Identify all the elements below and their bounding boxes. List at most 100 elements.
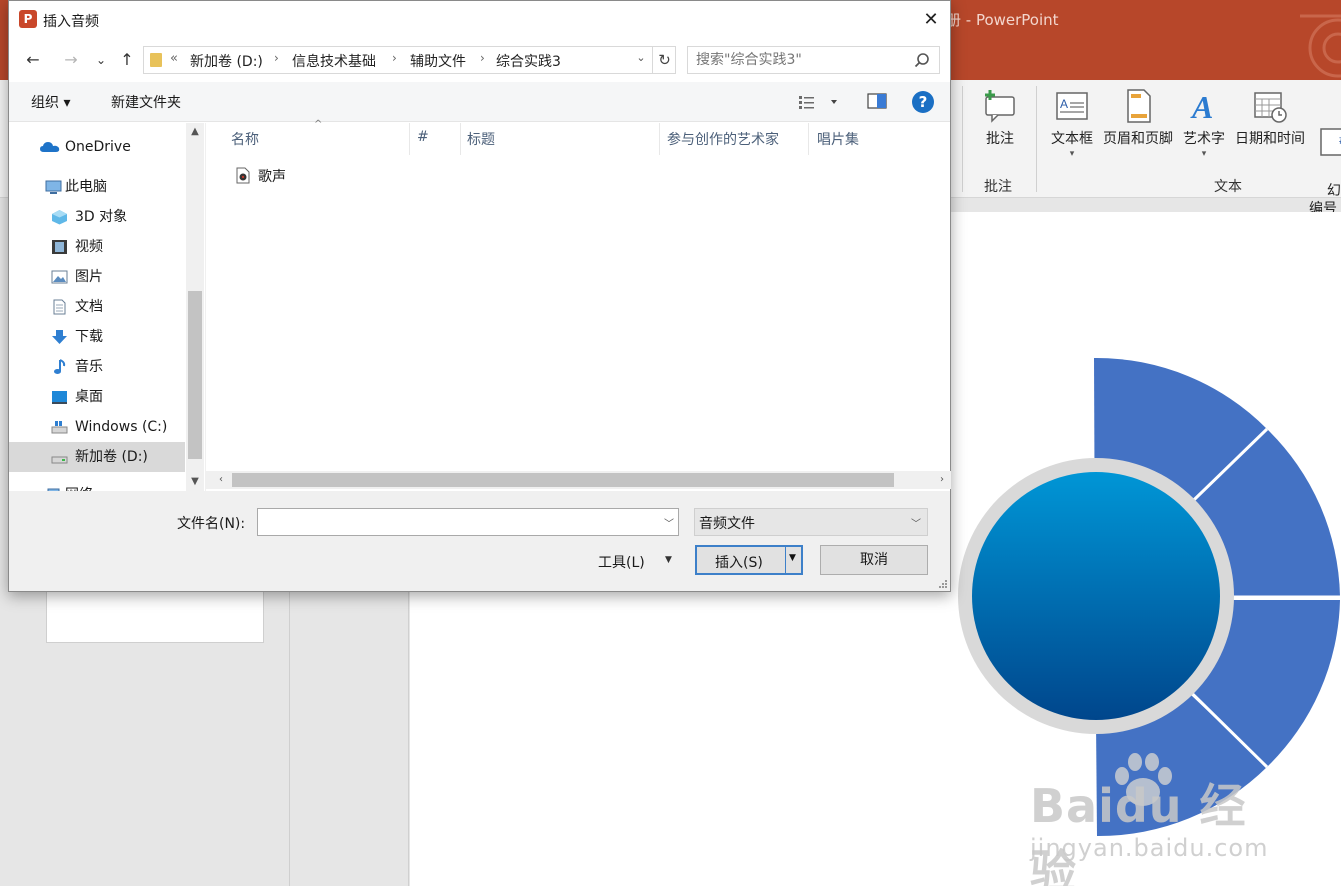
comment-button[interactable]: 批注	[978, 88, 1022, 148]
svg-text:A: A	[1190, 89, 1213, 124]
filetype-value: 音频文件	[699, 516, 755, 532]
insert-button-label: 插入(S)	[715, 555, 763, 571]
textbox-button[interactable]: A 文本框 ▾	[1047, 88, 1097, 159]
nav-item-drive-c[interactable]: Windows (C:)	[9, 412, 185, 442]
textbox-dropdown-caret: ▾	[1069, 149, 1075, 159]
datetime-button-label: 日期和时间	[1235, 131, 1305, 147]
nav-item-pictures[interactable]: 图片	[9, 262, 185, 292]
tools-button[interactable]: 工具(L)	[598, 552, 645, 572]
hscroll-thumb[interactable]	[232, 473, 894, 487]
wordart-button[interactable]: A 艺术字 ▾	[1179, 88, 1229, 159]
back-icon[interactable]: ←	[21, 49, 45, 71]
watermark-url-text: jingyan.baidu.com	[1030, 834, 1269, 862]
nav-item-drive-d[interactable]: 新加卷 (D:)	[9, 442, 185, 472]
address-row: ← → ⌄ ↑ « 新加卷 (D:) › 信息技术基础 › 辅助文件 › 综合实…	[9, 41, 950, 79]
column-separator[interactable]	[409, 123, 410, 155]
column-separator[interactable]	[808, 123, 809, 155]
column-header-number[interactable]: #	[417, 129, 429, 145]
insert-split-divider	[785, 547, 786, 573]
scroll-right-icon[interactable]: ›	[933, 471, 951, 489]
nav-item-documents[interactable]: 文档	[9, 292, 185, 322]
forward-icon[interactable]: →	[59, 49, 83, 71]
nav-item-onedrive[interactable]: OneDrive	[9, 132, 185, 162]
drive-icon	[51, 421, 68, 434]
nav-item-label: 3D 对象	[75, 209, 128, 225]
column-separator[interactable]	[659, 123, 660, 155]
insert-options-dropdown-icon[interactable]: ▼	[789, 553, 796, 563]
column-header-artist[interactable]: 参与创作的艺术家	[667, 129, 779, 149]
nav-item-3d-objects[interactable]: 3D 对象	[9, 202, 185, 232]
nav-item-desktop[interactable]: 桌面	[9, 382, 185, 412]
header-footer-button[interactable]: 页眉和页脚	[1099, 88, 1177, 148]
textbox-button-label: 文本框	[1051, 131, 1093, 147]
audio-file-icon	[236, 167, 250, 184]
ribbon-separator	[1036, 86, 1037, 192]
cube-icon	[52, 210, 67, 225]
breadcrumb-drive-d[interactable]: 新加卷 (D:)	[190, 51, 263, 71]
scroll-up-icon[interactable]: ▲	[186, 123, 204, 141]
download-icon	[52, 330, 67, 344]
address-overflow-icon[interactable]: «	[170, 51, 178, 66]
comments-group-label: 批注	[984, 179, 1012, 195]
comment-icon	[985, 90, 1015, 123]
column-separator[interactable]	[460, 123, 461, 155]
watermark-main-text: Baidu 经验	[1030, 779, 1247, 886]
view-options-icon[interactable]	[797, 92, 841, 112]
nav-item-this-pc[interactable]: 此电脑	[9, 172, 185, 202]
baidu-watermark: Baidu 经验 jingyan.baidu.com	[1030, 742, 1290, 886]
breadcrumb-info-tech[interactable]: 信息技术基础	[292, 51, 376, 71]
nav-item-downloads[interactable]: 下载	[9, 322, 185, 352]
cancel-button[interactable]: 取消	[820, 545, 928, 575]
recent-locations-icon[interactable]: ⌄	[89, 49, 113, 71]
column-header-name[interactable]: 名称	[231, 129, 259, 149]
column-header-title[interactable]: 标题	[467, 129, 495, 149]
close-icon[interactable]: ✕	[914, 5, 948, 35]
textbox-icon: A	[1056, 92, 1088, 120]
breadcrumb-separator-icon[interactable]: ›	[274, 51, 279, 65]
search-box[interactable]	[687, 46, 940, 74]
refresh-icon[interactable]: ↻	[652, 47, 676, 73]
resize-grip-icon[interactable]	[938, 579, 948, 589]
scroll-left-icon[interactable]: ‹	[212, 471, 230, 489]
insert-audio-dialog: P 插入音频 ✕ ← → ⌄ ↑ « 新加卷 (D:) › 信息技术基础 › 辅…	[8, 0, 951, 592]
insert-button[interactable]: 插入(S) ▼	[695, 545, 803, 575]
nav-item-label: 文档	[75, 299, 103, 315]
nav-item-label: Windows (C:)	[75, 419, 168, 435]
help-icon[interactable]: ?	[912, 91, 934, 113]
column-header-album[interactable]: 唱片集	[817, 129, 859, 149]
up-icon[interactable]: ↑	[115, 49, 139, 71]
svg-text:A: A	[1060, 97, 1068, 111]
sort-ascending-icon: ^	[314, 119, 323, 130]
search-input[interactable]	[688, 47, 910, 73]
dialog-toolbar: 组织 ▾ 新建文件夹 ?	[9, 82, 950, 122]
dialog-footer: 文件名(N): ﹀ 音频文件 ﹀ 工具(L) ▼ 插入(S) ▼ 取消	[9, 491, 950, 591]
powerpoint-window-title: 册 - PowerPoint	[946, 11, 1059, 29]
breadcrumb-separator-icon[interactable]: ›	[392, 51, 397, 65]
datetime-button[interactable]: 日期和时间	[1231, 88, 1309, 148]
filetype-select[interactable]: 音频文件 ﹀	[694, 508, 928, 536]
file-list-hscrollbar[interactable]: ‹ ›	[206, 471, 951, 489]
filename-input[interactable]: ﹀	[257, 508, 679, 536]
new-folder-button[interactable]: 新建文件夹	[111, 92, 181, 112]
nav-pane-scrollbar[interactable]: ▲ ▼	[186, 123, 204, 491]
nav-item-label: 此电脑	[65, 179, 107, 195]
breadcrumb-practice-3[interactable]: 综合实践3	[496, 51, 561, 71]
file-row[interactable]: 歌声	[230, 165, 430, 187]
breadcrumb-separator-icon[interactable]: ›	[480, 51, 485, 65]
address-history-dropdown-icon[interactable]: ⌄	[632, 51, 650, 64]
text-group-label: 文本	[1214, 179, 1242, 195]
nav-item-videos[interactable]: 视频	[9, 232, 185, 262]
chevron-down-icon[interactable]: ﹀	[664, 515, 674, 530]
scroll-down-icon[interactable]: ▼	[186, 473, 204, 491]
dialog-title: 插入音频	[43, 14, 99, 30]
nav-item-network[interactable]: 网络	[9, 480, 185, 491]
address-bar[interactable]: « 新加卷 (D:) › 信息技术基础 › 辅助文件 › 综合实践3 ⌄ ↻	[143, 46, 676, 74]
preview-pane-icon[interactable]	[867, 91, 887, 111]
tools-dropdown-icon[interactable]: ▼	[665, 555, 672, 565]
nav-item-music[interactable]: 音乐	[9, 352, 185, 382]
nav-scroll-thumb[interactable]	[188, 291, 202, 459]
nav-item-label: 网络	[65, 480, 93, 491]
organize-button[interactable]: 组织 ▾	[31, 92, 70, 112]
breadcrumb-aux-files[interactable]: 辅助文件	[410, 51, 466, 71]
search-icon	[914, 53, 929, 68]
